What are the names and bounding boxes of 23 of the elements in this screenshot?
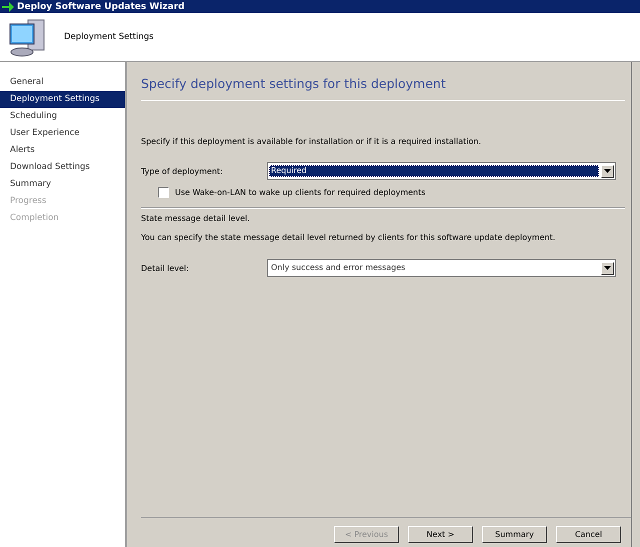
intro-text: Specify if this deployment is available for installation or if it is a required installation. [141,137,482,146]
sidebar-item[interactable]: Summary [0,176,125,193]
checkbox-label: Use Wake-on-LAN to wake up clients for required deployments [175,188,426,197]
section-description: You can specify the state message detail level returned by clients for this software update deployment. [141,233,556,242]
section-title: State message detail level. [141,214,251,223]
window-title: Deploy Software Updates Wizard [17,2,185,12]
deployment-type-dropdown[interactable]: Required [267,162,616,180]
checkbox[interactable] [158,187,169,198]
wizard-button[interactable]: Cancel [556,526,621,543]
detail-level-label: Detail level: [141,264,190,272]
wizard-button[interactable]: Summary [482,526,547,543]
detail-level-dropdown[interactable]: Only success and error messages [267,259,616,277]
wizard-button[interactable]: Next > [408,526,473,543]
sidebar-item[interactable]: User Experience [0,125,125,142]
sidebar-item[interactable]: General [0,74,125,91]
sidebar-item[interactable]: Download Settings [0,159,125,176]
sidebar-item[interactable]: Deployment Settings [0,91,125,108]
type-label: Type of deployment: [141,166,224,176]
sidebar-item[interactable]: Alerts [0,142,125,159]
arrow-icon [2,2,14,12]
page-heading: Specify deployment settings for this deployment [141,75,447,93]
sidebar-item[interactable]: Scheduling [0,108,125,125]
header-title: Deployment Settings [64,32,154,42]
